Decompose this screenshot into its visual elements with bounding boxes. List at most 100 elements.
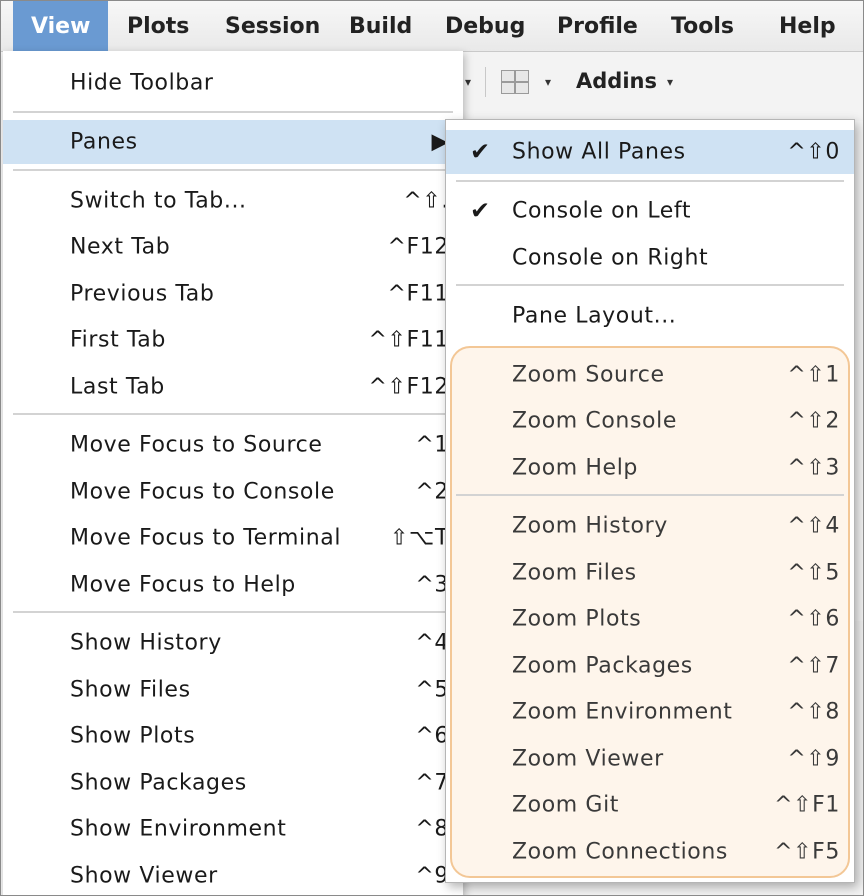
menu-item-shortcut: ^⇧. <box>403 188 449 214</box>
menu-item-label: Move Focus to Source <box>70 432 323 458</box>
submenu-item-shortcut: ^⇧7 <box>787 653 840 679</box>
menu-item-show-packages[interactable]: Show Packages ^7 <box>3 761 463 805</box>
submenu-item-console-left[interactable]: ✔ Console on Left <box>446 189 854 233</box>
submenu-item-shortcut: ^⇧8 <box>787 699 840 725</box>
menu-item-shortcut: ^5 <box>415 677 449 703</box>
submenu-item-zoom-plots[interactable]: Zoom Plots ^⇧6 <box>446 597 854 641</box>
menu-item-label: First Tab <box>70 327 166 353</box>
submenu-item-zoom-source[interactable]: Zoom Source ^⇧1 <box>446 353 854 397</box>
submenu-item-zoom-files[interactable]: Zoom Files ^⇧5 <box>446 551 854 595</box>
menu-item-label: Show Viewer <box>70 863 218 889</box>
menu-separator <box>13 413 453 415</box>
submenu-item-label: Zoom Help <box>512 455 638 481</box>
menu-separator <box>13 611 453 613</box>
menu-item-show-viewer[interactable]: Show Viewer ^9 <box>3 854 463 895</box>
menu-item-shortcut: ^F12 <box>387 234 449 260</box>
addins-dropdown-icon[interactable]: ▾ <box>667 75 673 89</box>
submenu-item-zoom-viewer[interactable]: Zoom Viewer ^⇧9 <box>446 737 854 781</box>
submenu-item-label: Zoom Viewer <box>512 746 664 772</box>
menu-item-shortcut: ^3 <box>415 572 449 598</box>
menu-item-focus-terminal[interactable]: Move Focus to Terminal ⇧⌥T <box>3 516 463 560</box>
menu-item-previous-tab[interactable]: Previous Tab ^F11 <box>3 272 463 316</box>
menu-item-shortcut: ^F11 <box>387 281 449 307</box>
menu-item-show-history[interactable]: Show History ^4 <box>3 621 463 665</box>
submenu-item-label: Show All Panes <box>512 139 686 165</box>
menu-item-focus-help[interactable]: Move Focus to Help ^3 <box>3 563 463 607</box>
submenu-item-label: Zoom Git <box>512 792 620 818</box>
menu-debug[interactable]: Debug <box>445 1 525 51</box>
menu-item-shortcut: ^7 <box>415 770 449 796</box>
submenu-item-label: Zoom Source <box>512 362 665 388</box>
submenu-item-pane-layout[interactable]: Pane Layout... <box>446 294 854 338</box>
menu-item-shortcut: ^6 <box>415 723 449 749</box>
menu-item-next-tab[interactable]: Next Tab ^F12 <box>3 225 463 269</box>
menu-profile[interactable]: Profile <box>557 1 638 51</box>
submenu-item-zoom-git[interactable]: Zoom Git ^⇧F1 <box>446 783 854 827</box>
menu-item-shortcut: ^2 <box>415 479 449 505</box>
menu-item-label: Show History <box>70 630 222 656</box>
submenu-item-label: Pane Layout... <box>512 303 677 329</box>
menu-item-show-plots[interactable]: Show Plots ^6 <box>3 714 463 758</box>
menu-separator <box>456 180 844 182</box>
menu-separator <box>456 494 844 496</box>
dropdown-arrow-icon[interactable]: ▾ <box>465 75 471 89</box>
menu-plots[interactable]: Plots <box>127 1 189 51</box>
menu-session[interactable]: Session <box>225 1 320 51</box>
submenu-item-zoom-connections[interactable]: Zoom Connections ^⇧F5 <box>446 830 854 874</box>
menu-build[interactable]: Build <box>349 1 412 51</box>
menu-item-label: Show Environment <box>70 816 287 842</box>
submenu-item-label: Console on Left <box>512 198 692 224</box>
menu-item-shortcut: ^⇧F11 <box>368 327 449 353</box>
menu-item-label: Move Focus to Terminal <box>70 525 342 551</box>
menu-item-show-files[interactable]: Show Files ^5 <box>3 668 463 712</box>
menu-item-shortcut: ⇧⌥T <box>389 525 449 551</box>
submenu-item-label: Zoom History <box>512 513 668 539</box>
menu-item-shortcut: ^4 <box>415 630 449 656</box>
submenu-item-zoom-environment[interactable]: Zoom Environment ^⇧8 <box>446 690 854 734</box>
chevron-down-icon[interactable]: ▾ <box>545 75 551 89</box>
menu-view[interactable]: View <box>13 1 109 51</box>
menu-item-first-tab[interactable]: First Tab ^⇧F11 <box>3 318 463 362</box>
toolbar-divider <box>485 67 486 97</box>
menu-item-label: Switch to Tab... <box>70 188 247 214</box>
menu-item-label: Last Tab <box>70 374 165 400</box>
submenu-item-shortcut: ^⇧0 <box>787 139 840 165</box>
menu-tools[interactable]: Tools <box>671 1 734 51</box>
submenu-item-show-all-panes[interactable]: ✔ Show All Panes ^⇧0 <box>446 130 854 174</box>
menu-item-last-tab[interactable]: Last Tab ^⇧F12 <box>3 365 463 409</box>
menu-item-panes[interactable]: Panes ▶ <box>3 120 463 164</box>
submenu-item-shortcut: ^⇧9 <box>787 746 840 772</box>
submenu-item-zoom-console[interactable]: Zoom Console ^⇧2 <box>446 399 854 443</box>
menu-item-focus-source[interactable]: Move Focus to Source ^1 <box>3 423 463 467</box>
check-icon: ✔ <box>470 196 491 225</box>
submenu-item-console-right[interactable]: Console on Right <box>446 236 854 280</box>
menu-item-label: Previous Tab <box>70 281 215 307</box>
submenu-item-label: Zoom Environment <box>512 699 733 725</box>
menu-item-focus-console[interactable]: Move Focus to Console ^2 <box>3 470 463 514</box>
submenu-item-label: Zoom Connections <box>512 839 728 865</box>
menu-item-label: Hide Toolbar <box>70 70 214 96</box>
submenu-item-zoom-history[interactable]: Zoom History ^⇧4 <box>446 504 854 548</box>
submenu-item-shortcut: ^⇧3 <box>787 455 840 481</box>
menu-help[interactable]: Help <box>779 1 836 51</box>
check-icon: ✔ <box>470 137 491 166</box>
submenu-item-zoom-help[interactable]: Zoom Help ^⇧3 <box>446 446 854 490</box>
menu-bar: View Plots Session Build Debug Profile T… <box>1 1 863 52</box>
menu-item-show-environment[interactable]: Show Environment ^8 <box>3 807 463 851</box>
submenu-item-shortcut: ^⇧1 <box>787 362 840 388</box>
submenu-item-label: Zoom Packages <box>512 653 693 679</box>
view-menu: Hide Toolbar Panes ▶ Switch to Tab... ^⇧… <box>3 51 463 895</box>
menu-item-label: Move Focus to Help <box>70 572 296 598</box>
menu-item-label: Show Packages <box>70 770 247 796</box>
toolbar: ▾ ▾ Addins ▾ <box>441 57 863 107</box>
submenu-item-shortcut: ^⇧6 <box>787 606 840 632</box>
addins-button[interactable]: Addins <box>576 69 657 93</box>
menu-item-shortcut: ^8 <box>415 816 449 842</box>
submenu-item-label: Zoom Plots <box>512 606 642 632</box>
submenu-item-label: Zoom Files <box>512 560 637 586</box>
menu-item-label: Move Focus to Console <box>70 479 335 505</box>
menu-item-hide-toolbar[interactable]: Hide Toolbar <box>3 61 463 105</box>
pane-layout-icon[interactable] <box>499 69 529 95</box>
submenu-item-zoom-packages[interactable]: Zoom Packages ^⇧7 <box>446 644 854 688</box>
menu-item-switch-to-tab[interactable]: Switch to Tab... ^⇧. <box>3 179 463 223</box>
